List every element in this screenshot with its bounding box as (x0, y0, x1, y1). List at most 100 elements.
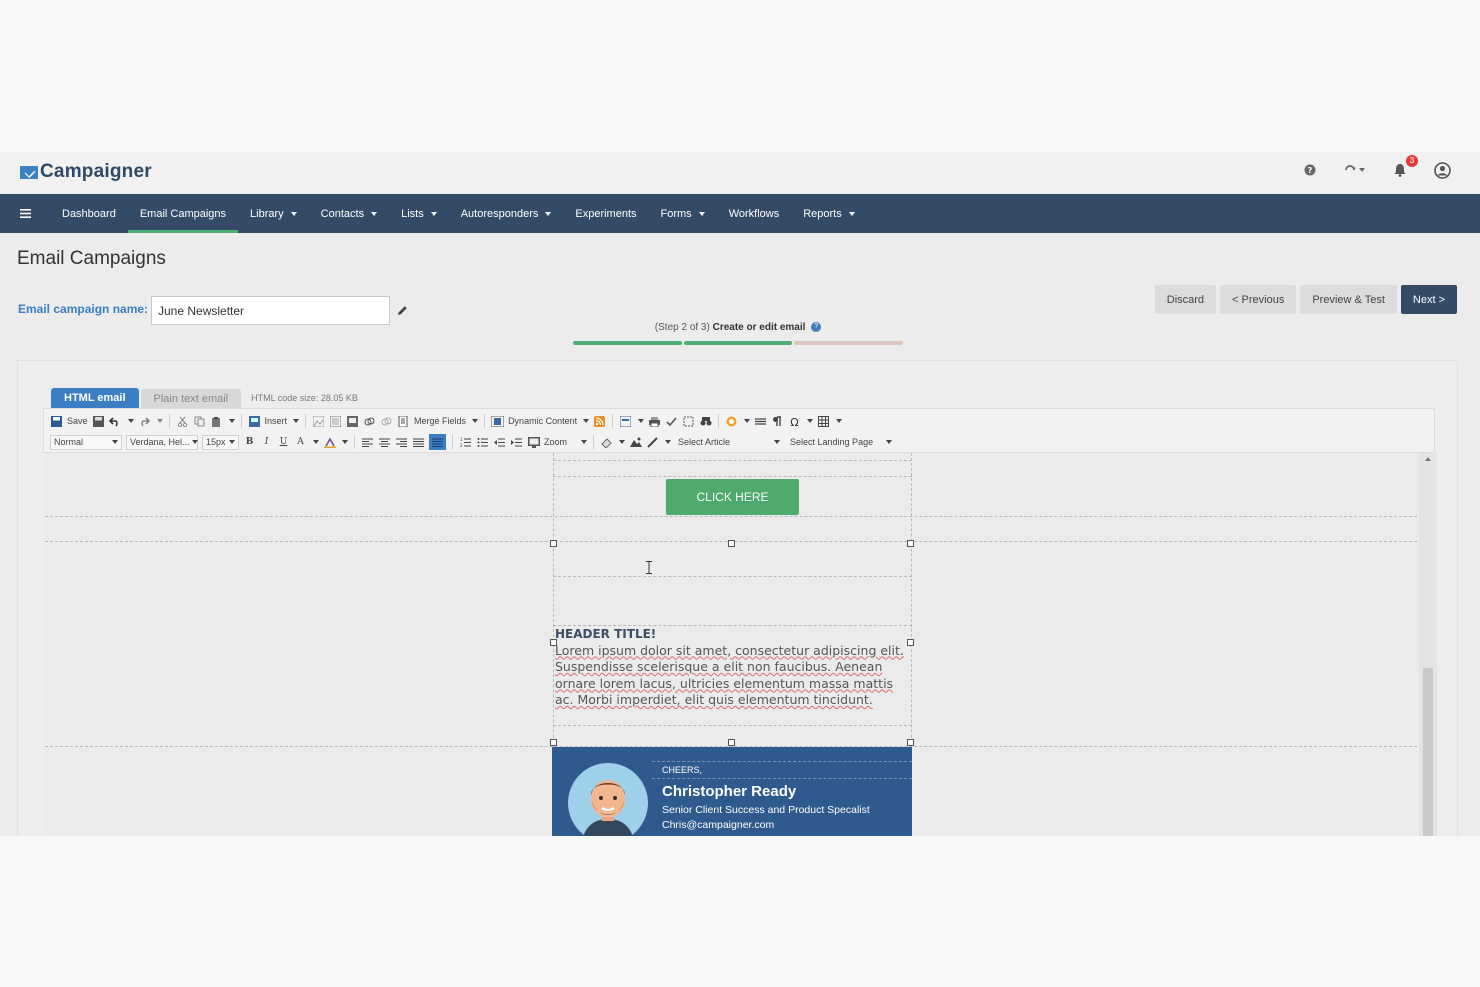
previous-button[interactable]: < Previous (1220, 285, 1297, 314)
discard-button[interactable]: Discard (1154, 285, 1217, 314)
highlight-color-icon[interactable] (323, 436, 336, 448)
image-properties-icon[interactable] (329, 415, 342, 427)
resize-handle[interactable] (728, 540, 735, 547)
signature-block[interactable]: CHEERS, Christopher Ready Senior Client … (552, 747, 912, 836)
horizontal-rule-icon[interactable] (754, 415, 767, 427)
nav-library[interactable]: Library (238, 194, 309, 233)
insert-image-icon[interactable] (629, 436, 642, 448)
eraser-dropdown-icon[interactable] (619, 440, 626, 444)
sync-icon[interactable] (1342, 160, 1368, 180)
underline-button[interactable]: U (277, 436, 290, 448)
align-left-icon[interactable] (361, 436, 374, 448)
scrollbar-thumb[interactable] (1423, 668, 1433, 836)
eraser-icon[interactable] (600, 436, 613, 448)
help-icon[interactable]: ? (1300, 160, 1320, 180)
redo-icon[interactable] (138, 415, 151, 427)
align-center-icon[interactable] (378, 436, 391, 448)
document-icon[interactable] (397, 415, 410, 427)
link-icon[interactable] (363, 415, 376, 427)
dynamic-content-label[interactable]: Dynamic Content (508, 416, 577, 426)
find-replace-icon[interactable] (699, 415, 712, 427)
save-icon[interactable] (50, 415, 63, 427)
paint-brush-icon[interactable] (646, 436, 659, 448)
select-article-dropdown[interactable]: Select Article (675, 435, 783, 450)
dynamic-content-icon[interactable] (491, 415, 505, 427)
undo-icon[interactable] (109, 415, 122, 427)
paragraph-direction-icon[interactable] (771, 415, 784, 427)
color-picker-dropdown-icon[interactable] (744, 419, 751, 423)
next-button[interactable]: Next > (1400, 285, 1457, 314)
tab-plain-text-email[interactable]: Plain text email (140, 389, 242, 408)
insert-label[interactable]: Insert (265, 416, 288, 426)
numbered-list-icon[interactable]: 12 (459, 436, 472, 448)
nav-forms[interactable]: Forms (649, 194, 717, 233)
cut-icon[interactable] (176, 415, 189, 427)
select-all-icon[interactable] (682, 415, 695, 427)
article-body-text[interactable]: Lorem ipsum dolor sit amet, consectetur … (555, 643, 911, 709)
article-block[interactable]: HEADER TITLE! Lorem ipsum dolor sit amet… (555, 626, 911, 709)
insert-icon[interactable] (248, 415, 261, 427)
bullet-list-icon[interactable] (476, 436, 489, 448)
print-icon[interactable] (648, 415, 661, 427)
nav-email-campaigns[interactable]: Email Campaigns (127, 194, 239, 233)
resize-handle[interactable] (550, 739, 557, 746)
nav-autoresponders[interactable]: Autoresponders (449, 194, 564, 233)
align-right-icon[interactable] (395, 436, 408, 448)
nav-dashboard[interactable]: Dashboard (50, 194, 128, 233)
tab-html-email[interactable]: HTML email (51, 388, 139, 408)
table-dropdown-icon[interactable] (836, 419, 843, 423)
zoom-label[interactable]: Zoom (544, 437, 567, 447)
justify-icon[interactable] (412, 436, 425, 448)
bold-button[interactable]: B (243, 436, 256, 448)
redo-dropdown-icon[interactable] (156, 419, 163, 423)
zoom-dropdown-icon[interactable] (581, 440, 588, 444)
indent-icon[interactable] (510, 436, 523, 448)
signature-email[interactable]: Chris@campaigner.com (662, 819, 774, 831)
pencil-edit-icon[interactable] (397, 303, 408, 321)
dynamic-content-dropdown-icon[interactable] (583, 419, 590, 423)
header-title[interactable]: HEADER TITLE! (555, 626, 911, 643)
copy-icon[interactable] (193, 415, 206, 427)
special-character-dropdown-icon[interactable] (807, 419, 814, 423)
hamburger-menu-icon[interactable] (0, 194, 50, 233)
text-color-dropdown-icon[interactable] (313, 440, 319, 444)
select-landing-page-dropdown[interactable]: Select Landing Page (787, 435, 895, 450)
campaigner-logo[interactable]: Campaigner (20, 157, 152, 187)
paste-icon[interactable] (210, 415, 223, 427)
paragraph-format-select[interactable]: Normal (50, 434, 122, 450)
preview-icon[interactable] (527, 436, 540, 448)
merge-fields-dropdown-icon[interactable] (472, 419, 479, 423)
text-color-button[interactable]: A (294, 436, 307, 448)
nav-contacts[interactable]: Contacts (309, 194, 389, 233)
merge-fields-label[interactable]: Merge Fields (414, 416, 466, 426)
table-icon[interactable] (817, 415, 830, 427)
insert-dropdown-icon[interactable] (293, 419, 300, 423)
preview-test-button[interactable]: Preview & Test (1300, 285, 1397, 314)
undo-dropdown-icon[interactable] (127, 419, 134, 423)
nav-workflows[interactable]: Workflows (717, 194, 792, 233)
italic-button[interactable]: I (260, 436, 273, 448)
font-size-select[interactable]: 15px (202, 434, 239, 450)
nav-experiments[interactable]: Experiments (563, 194, 648, 233)
nav-reports[interactable]: Reports (791, 194, 867, 233)
template-dropdown-icon[interactable] (638, 419, 645, 423)
save-label[interactable]: Save (67, 416, 88, 426)
special-character-icon[interactable]: Ω (788, 415, 801, 427)
paste-dropdown-icon[interactable] (228, 419, 235, 423)
font-family-select[interactable]: Verdana, Hel... (126, 434, 198, 450)
outdent-icon[interactable] (493, 436, 506, 448)
campaign-name-input[interactable] (151, 296, 390, 325)
template-icon[interactable] (619, 415, 632, 427)
rss-icon[interactable] (593, 415, 606, 427)
user-icon[interactable] (1432, 160, 1452, 180)
spellcheck-icon[interactable] (665, 415, 678, 427)
color-picker-icon[interactable] (725, 415, 738, 427)
canvas-scrollbar[interactable] (1419, 453, 1437, 836)
block-format-icon[interactable] (429, 434, 446, 450)
unlink-icon[interactable] (380, 415, 393, 427)
resize-handle[interactable] (907, 739, 914, 746)
resize-handle[interactable] (550, 540, 557, 547)
bell-icon[interactable]: 3 (1390, 155, 1418, 180)
click-here-button[interactable]: CLICK HERE (666, 479, 799, 515)
save-as-icon[interactable] (92, 415, 105, 427)
